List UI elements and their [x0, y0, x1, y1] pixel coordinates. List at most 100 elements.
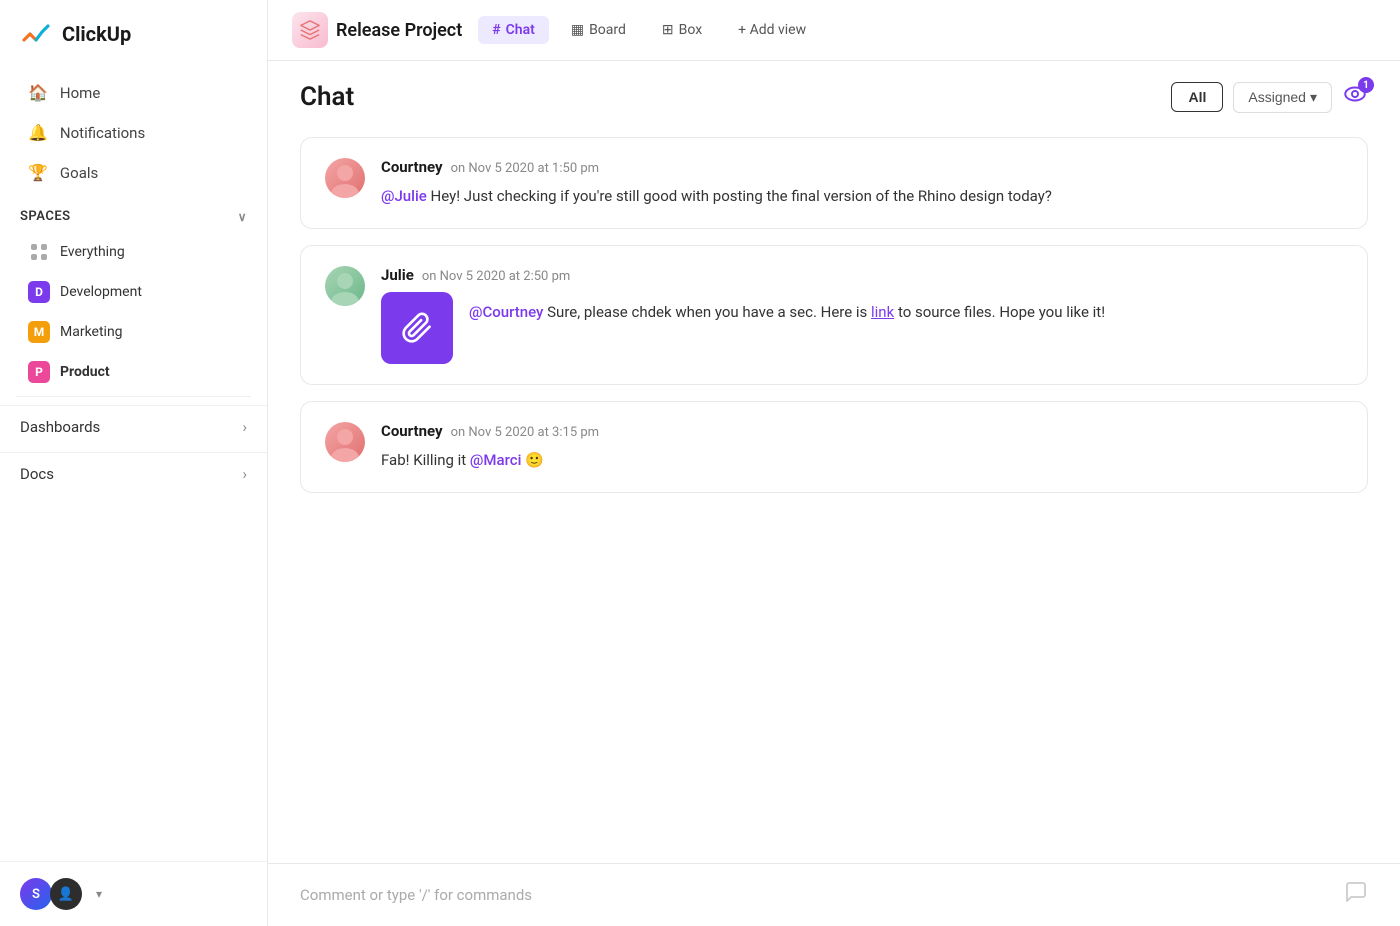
add-view-label: + Add view: [738, 22, 806, 38]
sidebar-item-marketing[interactable]: M Marketing: [8, 313, 259, 351]
spaces-label: Spaces: [20, 209, 71, 224]
message-card: Courtney on Nov 5 2020 at 3:15 pm Fab! K…: [300, 401, 1368, 493]
sidebar-nav: 🏠 Home 🔔 Notifications 🏆 Goals: [0, 68, 267, 197]
watch-button[interactable]: 1: [1342, 81, 1368, 113]
board-icon: ▦: [571, 22, 584, 38]
chat-bubble-icon: [1344, 880, 1368, 910]
message-text: @Julie Hey! Just checking if you're stil…: [381, 184, 1343, 208]
avatar-user2: 👤: [50, 878, 82, 910]
message-body: Courtney on Nov 5 2020 at 3:15 pm Fab! K…: [381, 422, 1343, 472]
message-text: @Courtney Sure, please chdek when you ha…: [469, 292, 1105, 324]
bell-icon: 🔔: [28, 123, 48, 142]
sidebar-item-notifications[interactable]: 🔔 Notifications: [8, 113, 259, 152]
hash-icon: #: [492, 22, 500, 38]
project-title: Release Project: [336, 20, 462, 41]
project-icon: [292, 12, 328, 48]
message-time: on Nov 5 2020 at 3:15 pm: [451, 425, 599, 440]
filter-all-button[interactable]: All: [1171, 82, 1223, 112]
assigned-chevron-icon: ▾: [1310, 89, 1317, 106]
mention-courtney[interactable]: @Courtney: [469, 303, 543, 321]
main-content: Release Project # Chat ▦ Board ⊞ Box + A…: [268, 0, 1400, 926]
footer-chevron-icon[interactable]: ▾: [96, 887, 102, 901]
dashboards-label: Dashboards: [20, 418, 100, 436]
docs-chevron-icon: ›: [242, 465, 247, 483]
message-link[interactable]: link: [871, 303, 894, 321]
sidebar-item-everything[interactable]: Everything: [8, 233, 259, 271]
mention-julie[interactable]: @Julie: [381, 187, 427, 205]
comment-bar: Comment or type '/' for commands: [268, 863, 1400, 926]
app-name: ClickUp: [62, 22, 131, 46]
everything-icon: [28, 241, 50, 263]
sidebar-footer: S 👤 ▾: [0, 861, 267, 926]
message-content-after: to source files. Hope you like it!: [898, 303, 1105, 321]
mention-marci[interactable]: @Marci: [470, 451, 521, 469]
topbar: Release Project # Chat ▦ Board ⊞ Box + A…: [268, 0, 1400, 61]
message-meta: Courtney on Nov 5 2020 at 3:15 pm: [381, 422, 1343, 440]
message-card: Courtney on Nov 5 2020 at 1:50 pm @Julie…: [300, 137, 1368, 229]
product-badge: P: [28, 361, 50, 383]
avatar-julie: [325, 266, 365, 306]
watch-badge: 1: [1358, 77, 1374, 93]
chat-controls: All Assigned ▾ 1: [1171, 81, 1368, 113]
attachment-row: @Courtney Sure, please chdek when you ha…: [381, 292, 1343, 364]
sidebar-item-product[interactable]: P Product: [8, 353, 259, 391]
filter-assigned-button[interactable]: Assigned ▾: [1233, 82, 1332, 113]
spaces-header[interactable]: Spaces ∨: [0, 197, 267, 232]
marketing-badge: M: [28, 321, 50, 343]
everything-label: Everything: [60, 244, 125, 260]
tab-board[interactable]: ▦ Board: [557, 16, 640, 44]
chat-title: Chat: [300, 82, 354, 112]
sidebar-item-docs[interactable]: Docs ›: [0, 452, 267, 495]
message-meta: Courtney on Nov 5 2020 at 1:50 pm: [381, 158, 1343, 176]
marketing-label: Marketing: [60, 324, 123, 340]
message-emoji: 🙂: [525, 451, 544, 469]
sidebar-item-home-label: Home: [60, 84, 100, 102]
trophy-icon: 🏆: [28, 163, 48, 182]
comment-placeholder[interactable]: Comment or type '/' for commands: [300, 886, 532, 904]
avatar-courtney2: [325, 422, 365, 462]
attachment-thumbnail[interactable]: [381, 292, 453, 364]
message-card: Julie on Nov 5 2020 at 2:50 pm @Courtney…: [300, 245, 1368, 385]
tab-box[interactable]: ⊞ Box: [648, 16, 716, 44]
message-body: Julie on Nov 5 2020 at 2:50 pm @Courtney…: [381, 266, 1343, 364]
message-meta: Julie on Nov 5 2020 at 2:50 pm: [381, 266, 1343, 284]
message-text: Fab! Killing it @Marci 🙂: [381, 448, 1343, 472]
message-time: on Nov 5 2020 at 2:50 pm: [422, 269, 570, 284]
sidebar-item-notifications-label: Notifications: [60, 124, 145, 142]
clickup-logo-icon: [20, 18, 52, 50]
sidebar-item-dashboards[interactable]: Dashboards ›: [0, 405, 267, 448]
development-badge: D: [28, 281, 50, 303]
home-icon: 🏠: [28, 83, 48, 102]
sidebar-item-home[interactable]: 🏠 Home: [8, 73, 259, 112]
messages-area: Courtney on Nov 5 2020 at 1:50 pm @Julie…: [268, 129, 1400, 863]
avatar-courtney: [325, 158, 365, 198]
message-content: Hey! Just checking if you're still good …: [427, 187, 1052, 205]
product-label: Product: [60, 364, 110, 380]
logo: ClickUp: [0, 0, 267, 68]
development-label: Development: [60, 284, 142, 300]
add-view-button[interactable]: + Add view: [724, 16, 820, 44]
message-author: Julie: [381, 266, 414, 284]
sidebar-item-development[interactable]: D Development: [8, 273, 259, 311]
tab-board-label: Board: [589, 22, 626, 38]
message-content-before: Sure, please chdek when you have a sec. …: [547, 303, 871, 321]
avatar-user1: S: [20, 878, 52, 910]
message-content-before: Fab! Killing it: [381, 451, 470, 469]
docs-label: Docs: [20, 465, 54, 483]
tab-box-label: Box: [679, 22, 703, 38]
tab-chat[interactable]: # Chat: [478, 16, 549, 44]
assigned-label: Assigned: [1248, 89, 1306, 105]
message-author: Courtney: [381, 422, 443, 440]
message-body: Courtney on Nov 5 2020 at 1:50 pm @Julie…: [381, 158, 1343, 208]
sidebar: ClickUp 🏠 Home 🔔 Notifications 🏆 Goals S…: [0, 0, 268, 926]
sidebar-item-goals-label: Goals: [60, 164, 98, 182]
sidebar-divider: [16, 396, 251, 397]
message-time: on Nov 5 2020 at 1:50 pm: [451, 161, 599, 176]
message-author: Courtney: [381, 158, 443, 176]
sidebar-item-goals[interactable]: 🏆 Goals: [8, 153, 259, 192]
chat-header: Chat All Assigned ▾ 1: [268, 61, 1400, 129]
spaces-chevron-icon: ∨: [238, 210, 247, 224]
dashboards-chevron-icon: ›: [242, 418, 247, 436]
tab-chat-label: Chat: [506, 22, 535, 38]
box-icon: ⊞: [662, 22, 674, 38]
